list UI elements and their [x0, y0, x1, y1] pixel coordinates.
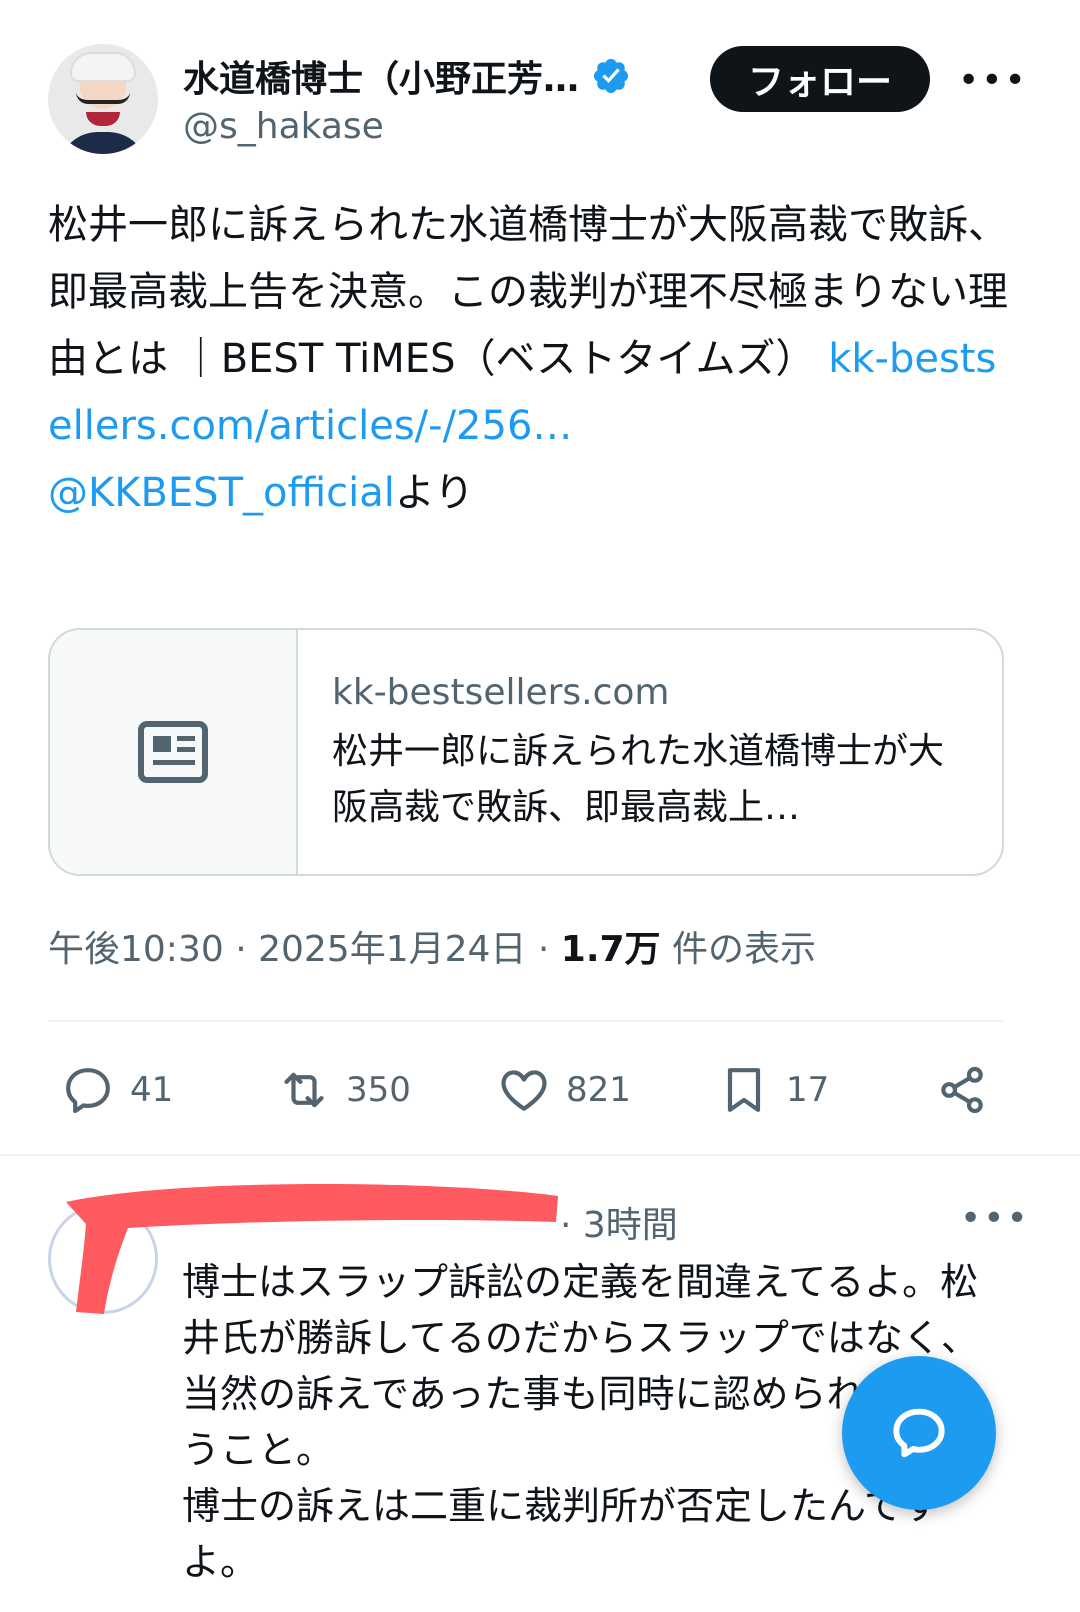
- reply-button[interactable]: 41: [60, 1058, 173, 1122]
- chat-bubble-icon: [893, 1408, 945, 1458]
- author-display-name[interactable]: 水道橋博士（小野正芳…: [183, 50, 579, 102]
- meta-separator: ·: [223, 929, 259, 970]
- reply-icon: [66, 1068, 110, 1114]
- divider: [0, 1154, 1080, 1156]
- bookmark-button[interactable]: 17: [716, 1058, 829, 1122]
- card-domain: kk-bestsellers.com: [332, 672, 670, 713]
- card-title: 松井一郎に訴えられた水道橋博士が大阪高裁で敗訴、即最高裁上…: [332, 731, 945, 828]
- tweet-header: 水道橋博士（小野正芳… @s_hakase フォロー •••: [48, 44, 1032, 154]
- more-options-icon[interactable]: •••: [958, 60, 1026, 101]
- tweet-date[interactable]: 2025年1月24日: [258, 929, 526, 970]
- heart-icon: [501, 1070, 547, 1111]
- card-body: kk-bestsellers.com 松井一郎に訴えられた水道橋博士が大阪高裁で…: [332, 670, 972, 836]
- meta-separator: ·: [526, 929, 561, 970]
- article-icon: [138, 721, 208, 783]
- follow-button[interactable]: フォロー: [710, 46, 930, 112]
- author-avatar[interactable]: [48, 44, 158, 154]
- bookmark-icon: [727, 1068, 761, 1112]
- reply-count: 41: [130, 1070, 174, 1110]
- action-bar: 41 350 821 17: [48, 1058, 1004, 1122]
- tweet-time[interactable]: 午後10:30: [48, 929, 224, 970]
- views-label: 件の表示: [660, 929, 817, 970]
- author-name-line: 水道橋博士（小野正芳…: [183, 50, 631, 102]
- verified-badge-icon: [593, 58, 629, 94]
- tweet-meta: 午後10:30 · 2025年1月24日 · 1.7万 件の表示: [48, 920, 816, 972]
- like-button[interactable]: 821: [496, 1058, 631, 1122]
- reply-time[interactable]: · 3時間: [560, 1196, 678, 1248]
- views-count: 1.7万: [560, 929, 661, 970]
- reply-more-options-icon[interactable]: •••: [960, 1198, 1030, 1239]
- share-button[interactable]: [934, 1058, 990, 1122]
- retweet-count: 350: [346, 1070, 411, 1110]
- divider: [48, 1020, 1004, 1022]
- retweet-button[interactable]: 350: [276, 1058, 411, 1122]
- link-preview-card[interactable]: kk-bestsellers.com 松井一郎に訴えられた水道橋博士が大阪高裁で…: [48, 628, 1004, 876]
- like-count: 821: [566, 1070, 631, 1110]
- author-handle[interactable]: @s_hakase: [183, 106, 384, 147]
- share-icon: [941, 1066, 983, 1114]
- tweet-mention[interactable]: @KKBEST_official: [48, 470, 395, 516]
- tweet-mention-suffix: より: [394, 470, 475, 516]
- card-thumbnail: [50, 630, 298, 874]
- bookmark-count: 17: [786, 1070, 830, 1110]
- retweet-icon: [284, 1072, 324, 1108]
- compose-reply-button[interactable]: [842, 1356, 996, 1510]
- tweet-text: 松井一郎に訴えられた水道橋博士が大阪高裁で敗訴、即最高裁上告を決意。この裁判が理…: [48, 192, 1008, 527]
